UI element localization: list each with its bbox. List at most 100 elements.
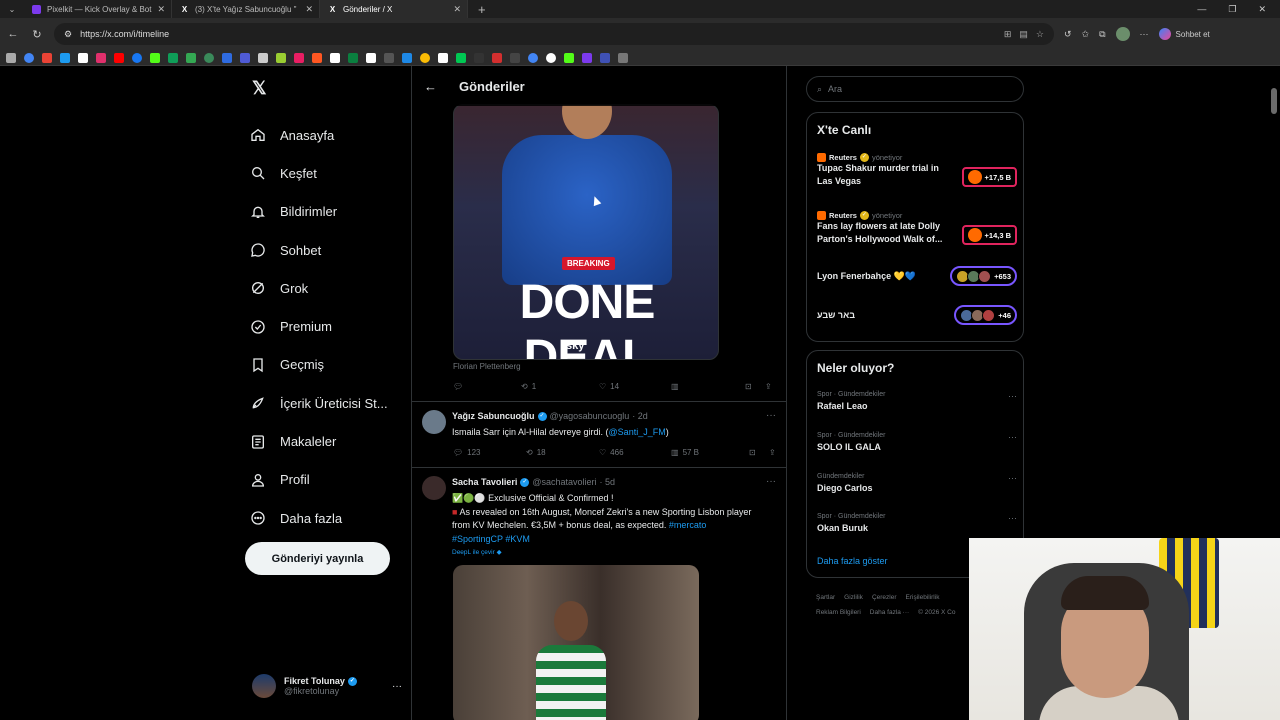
tab-pixelkit[interactable]: Pixelkit — Kick Overlay & Bot ✕ <box>24 0 172 18</box>
post-time[interactable]: · 2d <box>632 411 648 421</box>
hashtag-links[interactable]: #SportingCP #KVM <box>452 533 762 547</box>
footer-link[interactable]: Erişilebilirlik <box>906 594 940 601</box>
tweet[interactable]: Yağız Sabuncuoğlu ✓ @yagosabuncuoglu · 2… <box>412 402 786 467</box>
reload-icon[interactable]: ↻ <box>30 28 44 41</box>
repost-button[interactable]: ⟲ 18 <box>526 448 599 457</box>
footer-link[interactable]: Daha fazla ··· <box>870 609 909 616</box>
close-window-icon[interactable]: ✕ <box>1258 4 1266 15</box>
minimize-icon[interactable]: — <box>1197 4 1206 15</box>
bookmark-icon[interactable] <box>294 52 304 63</box>
trend-item[interactable]: Gündemdekiler Diego Carlos ··· <box>817 473 1017 493</box>
collections-icon[interactable]: ⧉ <box>1099 29 1105 40</box>
nav-premium[interactable]: Premium <box>250 307 388 345</box>
more-icon[interactable]: ··· <box>1008 513 1017 523</box>
kick-bookmark-icon[interactable] <box>150 52 160 63</box>
bookmark-icon[interactable] <box>564 52 574 63</box>
nav-grok[interactable]: Grok <box>250 269 388 307</box>
google-bookmark-icon[interactable] <box>24 52 34 63</box>
nav-history[interactable]: Geçmiş <box>250 346 388 384</box>
bookmark-icon[interactable] <box>420 52 430 63</box>
more-icon[interactable]: ··· <box>1008 391 1017 401</box>
footer-link[interactable]: Reklam Bilgileri <box>816 609 861 616</box>
live-count-pill[interactable]: +46 <box>954 305 1017 325</box>
reader-icon[interactable]: ▤ <box>1019 29 1028 40</box>
live-count-pill[interactable]: +17,5 B <box>961 167 1017 187</box>
bookmark-icon[interactable] <box>186 52 196 63</box>
close-tab-icon[interactable]: ✕ <box>453 4 461 15</box>
profile-avatar[interactable] <box>1115 27 1130 41</box>
close-tab-icon[interactable]: ✕ <box>157 4 165 15</box>
translate-link[interactable]: DeepL ile çevir ◆ <box>452 546 762 560</box>
more-icon[interactable]: ··· <box>1008 473 1017 483</box>
bookmark-icon[interactable] <box>204 52 214 63</box>
author-name[interactable]: Sacha Tavolieri <box>452 477 517 487</box>
trend-item[interactable]: Spor · Gündemdekiler Rafael Leao ··· <box>817 391 1017 411</box>
author-handle[interactable]: @yagosabuncuoglu <box>550 411 630 421</box>
footer-link[interactable]: Gizlilik <box>844 594 863 601</box>
post-button[interactable]: Gönderiyi yayınla <box>245 542 390 575</box>
favorites-icon[interactable]: ✩ <box>1082 29 1090 40</box>
folder-bookmark-icon[interactable] <box>618 52 628 63</box>
share-icon[interactable]: ⇪ <box>769 448 776 457</box>
favorite-star-icon[interactable]: ☆ <box>1036 29 1044 40</box>
footer-link[interactable]: Şartlar <box>816 594 835 601</box>
close-tab-icon[interactable]: ✕ <box>305 4 313 15</box>
url-bar[interactable]: ⚙ https://x.com/i/timeline ⊞ ▤ ☆ <box>54 23 1054 45</box>
reply-icon[interactable]: 💬︎ <box>453 382 521 391</box>
x-logo-icon[interactable]: 𝕏 <box>252 78 267 99</box>
maximize-icon[interactable]: ❐ <box>1228 4 1236 15</box>
scroll-thumb[interactable] <box>1271 88 1277 114</box>
bookmark-icon[interactable] <box>60 52 70 63</box>
site-info-icon[interactable]: ⚙ <box>64 29 72 40</box>
hashtag-link[interactable]: #mercato <box>669 520 707 530</box>
views-icon[interactable]: ▥ <box>671 382 745 391</box>
bookmark-icon[interactable]: ⊡ <box>749 448 769 457</box>
post-media-image[interactable] <box>453 565 699 720</box>
browser-menu-icon[interactable]: ··· <box>1140 29 1149 39</box>
sheets-bookmark-icon[interactable] <box>168 52 178 63</box>
live-item[interactable]: באר שבע +46 <box>817 305 1017 333</box>
nav-explore[interactable]: Keşfet <box>250 154 388 192</box>
account-switcher[interactable]: Fikret Tolunay ✓ @fikretolunay ··· <box>252 674 402 698</box>
bookmark-icon[interactable]: ⊡ <box>745 382 765 391</box>
bookmark-icon[interactable] <box>384 52 394 63</box>
footer-link[interactable]: Çerezler <box>872 594 897 601</box>
nav-profile[interactable]: Profil <box>250 461 388 499</box>
repost-button[interactable]: ⟲ 1 <box>521 382 599 391</box>
bookmark-icon[interactable] <box>456 52 466 63</box>
facebook-bookmark-icon[interactable] <box>132 52 142 63</box>
avatar[interactable] <box>422 410 446 434</box>
bookmark-icon[interactable] <box>276 52 286 63</box>
trend-item[interactable]: Spor · Gündemdekiler SOLO IL GALA ··· <box>817 432 1017 452</box>
like-button[interactable]: ♡ 466 <box>599 448 671 457</box>
post-media-image[interactable]: BREAKING DONE DEAL sky <box>453 104 719 360</box>
nav-notifications[interactable]: Bildirimler <box>250 193 388 231</box>
more-icon[interactable]: ··· <box>1008 432 1017 442</box>
nav-more[interactable]: Daha fazla <box>250 499 388 537</box>
tab-x-post[interactable]: X (3) X'te Yağız Sabuncuoğlu " ✕ <box>172 0 320 18</box>
bookmark-icon[interactable] <box>348 52 358 63</box>
refresh-extension-icon[interactable]: ↺ <box>1064 29 1072 40</box>
more-icon[interactable]: ··· <box>766 410 776 421</box>
gmail-bookmark-icon[interactable] <box>42 52 52 63</box>
bookmark-icon[interactable] <box>6 52 16 63</box>
views-button[interactable]: ▥ 57 B <box>671 448 749 457</box>
author-name[interactable]: Yağız Sabuncuoğlu <box>452 411 535 421</box>
bookmark-icon[interactable] <box>438 52 448 63</box>
tab-list-chevron-icon[interactable]: ⌄ <box>0 5 24 14</box>
live-count-pill[interactable]: +14,3 B <box>961 225 1017 245</box>
search-input[interactable]: ⌕ Ara <box>806 76 1024 102</box>
bookmark-icon[interactable] <box>528 52 538 63</box>
nav-chat[interactable]: Sohbet <box>250 231 388 269</box>
bookmark-icon[interactable] <box>510 52 520 63</box>
youtube-bookmark-icon[interactable] <box>114 52 124 63</box>
nav-creator-studio[interactable]: İçerik Üreticisi St... <box>250 384 388 422</box>
bookmark-icon[interactable] <box>546 52 556 63</box>
bookmark-icon[interactable] <box>492 52 502 63</box>
new-tab-button[interactable]: + <box>468 2 496 17</box>
apps-icon[interactable]: ⊞ <box>1004 29 1012 40</box>
reply-button[interactable]: 💬︎ 123 <box>453 448 526 457</box>
bookmark-icon[interactable] <box>474 52 484 63</box>
bookmark-icon[interactable] <box>330 52 340 63</box>
nav-home[interactable]: Anasayfa <box>250 116 388 154</box>
